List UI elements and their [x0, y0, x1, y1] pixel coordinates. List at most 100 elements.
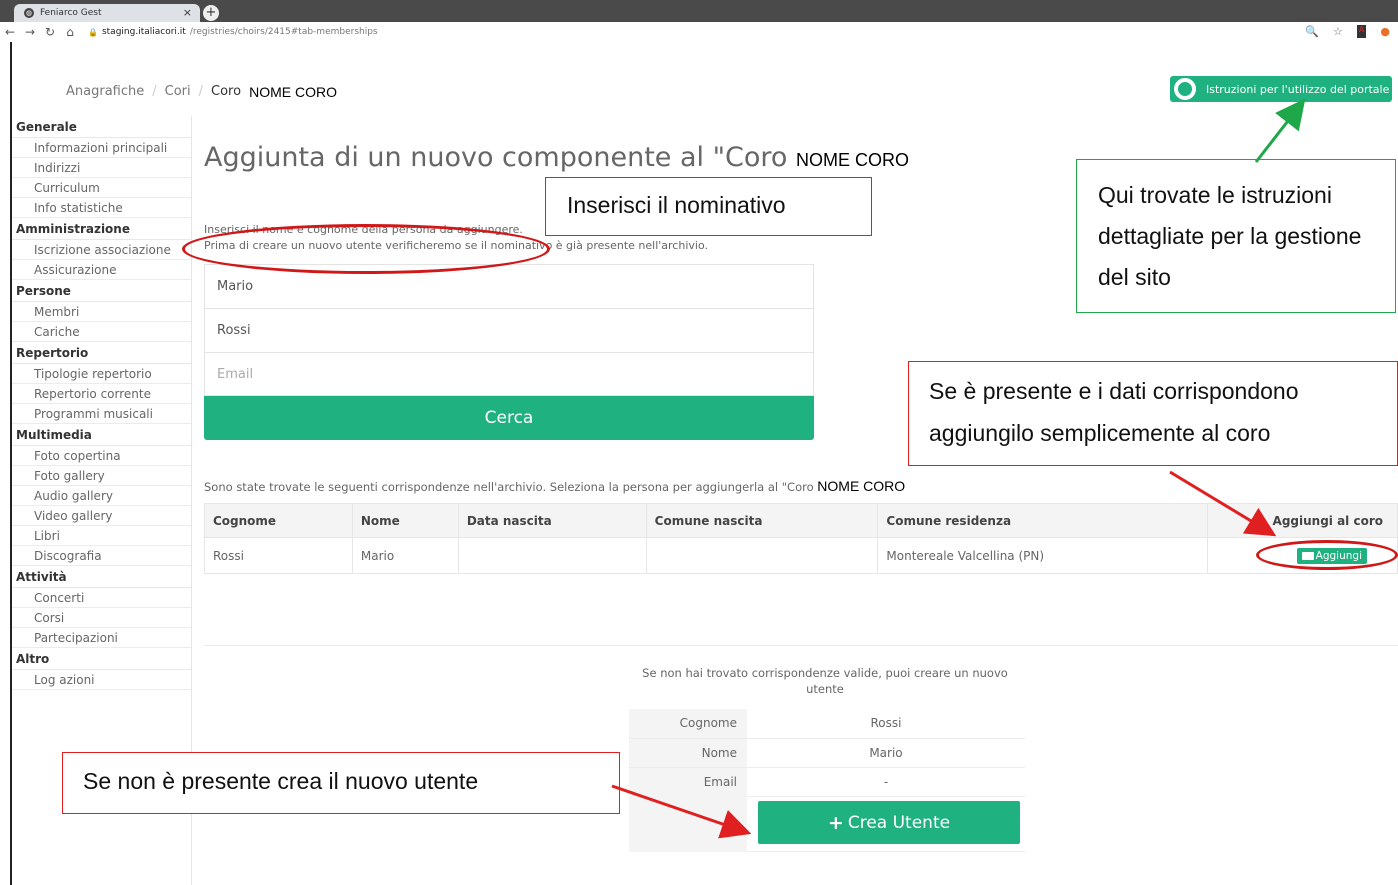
new-user-email-value: -: [883, 774, 889, 789]
forward-icon[interactable]: →: [20, 25, 40, 39]
page-title-annotation: NOME CORO: [796, 150, 910, 170]
sidebar-item-libri[interactable]: Libri: [12, 526, 191, 546]
pdf-extension-icon[interactable]: A: [1356, 25, 1367, 38]
cell-cognome: Rossi: [204, 537, 353, 574]
browser-tab[interactable]: ◍ Feniarco Gest ×: [14, 4, 200, 22]
sidebar-section-attivit-: Attività: [12, 566, 191, 588]
url-host: staging.italiacori.it: [101, 27, 186, 37]
sidebar-item-discografia[interactable]: Discografia: [12, 546, 191, 566]
sidebar-item-assicurazione[interactable]: Assicurazione: [12, 260, 191, 280]
breadcrumb: Anagrafiche / Cori / Coro NOME CORO: [66, 84, 337, 100]
sidebar-section-repertorio: Repertorio: [12, 342, 191, 364]
sidebar-item-repertorio-corrente[interactable]: Repertorio corrente: [12, 384, 191, 404]
breadcrumb-cori[interactable]: Cori: [165, 84, 191, 100]
page-title-text: Aggiunta di un nuovo componente al "Coro: [204, 142, 788, 173]
home-icon[interactable]: ⌂: [60, 25, 80, 39]
green-arrow-to-help: [1254, 98, 1306, 163]
results-intro: Sono state trovate le seguenti corrispon…: [204, 478, 905, 494]
results-intro-text: Sono state trovate le seguenti corrispon…: [204, 480, 814, 494]
extension-icon[interactable]: ●: [1380, 25, 1390, 38]
url-field[interactable]: 🔒 staging.italiacori.it/registries/choir…: [88, 27, 378, 37]
cell-data-nascita: [457, 537, 647, 574]
sidebar-item-programmi-musicali[interactable]: Programmi musicali: [12, 404, 191, 424]
new-user-nome-label: Nome: [629, 738, 747, 767]
plus-icon: +: [827, 811, 844, 834]
new-user-cognome-label: Cognome: [629, 709, 747, 738]
email-input[interactable]: [204, 352, 814, 396]
sidebar-item-info-statistiche[interactable]: Info statistiche: [12, 198, 191, 218]
sidebar-item-tipologie-repertorio[interactable]: Tipologie repertorio: [12, 364, 191, 384]
annotation-presente: Se è presente e i dati corrispondono agg…: [908, 361, 1398, 466]
breadcrumb-current: Coro: [211, 84, 242, 99]
cell-comune-residenza: Montereale Valcellina (PN): [877, 537, 1209, 574]
browser-toolbar-right: 🔍 ☆ A ●: [1305, 25, 1390, 38]
results-header-row: Cognome Nome Data nascita Comune nascita…: [204, 503, 1398, 538]
tab-title: Feniarco Gest: [40, 8, 102, 18]
sidebar-item-foto-gallery[interactable]: Foto gallery: [12, 466, 191, 486]
sidebar-section-amministrazione: Amministrazione: [12, 218, 191, 240]
results-intro-annotation: NOME CORO: [817, 478, 906, 494]
address-bar: ← → ↻ ⌂ 🔒 staging.italiacori.it/registri…: [0, 22, 1398, 42]
annotation-istruzioni: Qui trovate le istruzioni dettagliate pe…: [1076, 159, 1396, 313]
header-nome[interactable]: Nome: [351, 503, 459, 538]
sidebar-section-multimedia: Multimedia: [12, 424, 191, 446]
header-cognome[interactable]: Cognome: [204, 503, 353, 538]
new-user-cognome-value: Rossi: [870, 716, 902, 731]
annotation-non-presente: Se non è presente crea il nuovo utente: [62, 752, 620, 814]
breadcrumb-separator: /: [198, 84, 204, 99]
sidebar-item-indirizzi[interactable]: Indirizzi: [12, 158, 191, 178]
zoom-icon[interactable]: 🔍: [1305, 25, 1319, 38]
close-tab-icon[interactable]: ×: [183, 6, 192, 19]
sidebar-section-generale: Generale: [12, 116, 191, 138]
header-comune-residenza[interactable]: Comune residenza: [877, 503, 1209, 538]
sidebar-item-log-azioni[interactable]: Log azioni: [12, 670, 191, 690]
sidebar-item-concerti[interactable]: Concerti: [12, 588, 191, 608]
sidebar-section-persone: Persone: [12, 280, 191, 302]
new-user-row-cognome: Cognome Rossi: [629, 709, 1025, 738]
search-button[interactable]: Cerca: [204, 396, 814, 440]
table-row: Rossi Mario Montereale Valcellina (PN) A…: [204, 537, 1398, 574]
header-data-nascita[interactable]: Data nascita: [457, 503, 647, 538]
sidebar-item-corsi[interactable]: Corsi: [12, 608, 191, 628]
page-title: Aggiunta di un nuovo componente al "Coro…: [204, 142, 909, 173]
breadcrumb-annotation: NOME CORO: [249, 84, 337, 100]
breadcrumb-anagrafiche[interactable]: Anagrafiche: [66, 84, 144, 100]
bookmark-star-icon[interactable]: ☆: [1333, 25, 1343, 38]
sidebar-item-curriculum[interactable]: Curriculum: [12, 178, 191, 198]
portal-instructions-button[interactable]: Istruzioni per l'utilizzo del portale: [1170, 76, 1392, 102]
site-favicon-icon: ◍: [24, 8, 34, 18]
tab-strip: ◍ Feniarco Gest × +: [0, 0, 1398, 22]
sidebar-item-informazioni-principali[interactable]: Informazioni principali: [12, 138, 191, 158]
header-aggiungi: Aggiungi al coro: [1207, 503, 1398, 538]
new-user-row-email: Email -: [629, 767, 1025, 796]
cell-nome: Mario: [351, 537, 459, 574]
last-name-input[interactable]: [204, 308, 814, 352]
create-user-button[interactable]: + Crea Utente: [758, 801, 1020, 844]
lock-icon: 🔒: [88, 27, 98, 37]
cell-comune-nascita: [645, 537, 879, 574]
browser-chrome: ◍ Feniarco Gest × + ← → ↻ ⌂ 🔒 staging.it…: [0, 0, 1398, 42]
sidebar-item-partecipazioni[interactable]: Partecipazioni: [12, 628, 191, 648]
sidebar-section-altro: Altro: [12, 648, 191, 670]
sidebar-item-iscrizione-associazione[interactable]: Iscrizione associazione: [12, 240, 191, 260]
new-user-row-nome: Nome Mario: [629, 738, 1025, 767]
highlight-ellipse-aggiungi: [1256, 540, 1398, 570]
new-user-nome-value: Mario: [869, 745, 903, 760]
sidebar-item-audio-gallery[interactable]: Audio gallery: [12, 486, 191, 506]
header-comune-nascita[interactable]: Comune nascita: [645, 503, 879, 538]
portal-instructions-label: Istruzioni per l'utilizzo del portale: [1206, 82, 1390, 96]
breadcrumb-separator: /: [152, 84, 157, 99]
back-icon[interactable]: ←: [0, 25, 20, 39]
sidebar-item-membri[interactable]: Membri: [12, 302, 191, 322]
search-form: Cerca: [204, 264, 814, 440]
results-table: Cognome Nome Data nascita Comune nascita…: [204, 503, 1398, 574]
sidebar-item-video-gallery[interactable]: Video gallery: [12, 506, 191, 526]
new-tab-button[interactable]: +: [203, 5, 219, 21]
sidebar-item-foto-copertina[interactable]: Foto copertina: [12, 446, 191, 466]
sidebar-item-cariche[interactable]: Cariche: [12, 322, 191, 342]
new-user-summary: Cognome Rossi Nome Mario Email -: [629, 709, 1025, 797]
new-user-action-label-bg: [629, 796, 747, 852]
url-path: /registries/choirs/2415#tab-memberships: [189, 27, 378, 37]
highlight-ellipse-intro: [182, 224, 550, 274]
reload-icon[interactable]: ↻: [40, 25, 60, 39]
